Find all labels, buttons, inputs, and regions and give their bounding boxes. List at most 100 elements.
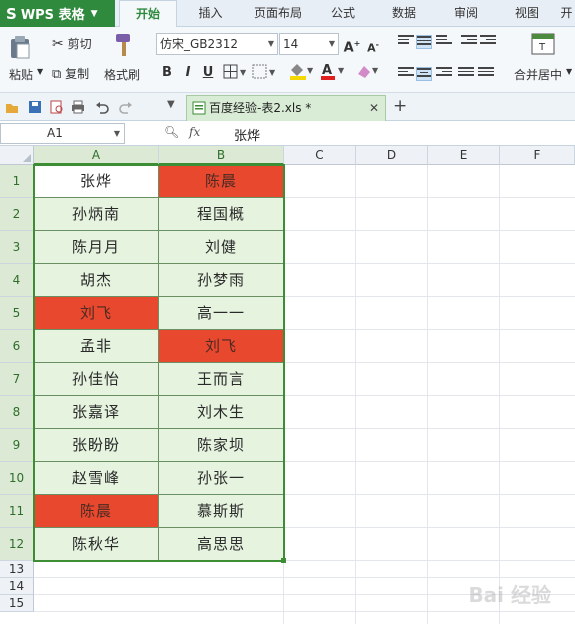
cut-button[interactable]: ✂ 剪切 — [52, 35, 92, 52]
merge-dropdown-icon[interactable]: ▼ — [566, 67, 572, 76]
paste-button[interactable] — [8, 35, 38, 59]
document-tab[interactable]: 百度经验-表2.xls * ✕ — [186, 95, 386, 121]
select-all-corner[interactable] — [0, 146, 34, 165]
justify-icon[interactable] — [458, 67, 474, 81]
tab-view[interactable]: 视图 — [502, 0, 552, 27]
column-header-a[interactable]: A — [34, 146, 159, 165]
row-header-7[interactable]: 7 — [0, 363, 34, 396]
row-header-12[interactable]: 12 — [0, 528, 34, 561]
cell-b7[interactable]: 王而言 — [159, 363, 284, 396]
merge-center-button[interactable]: T — [531, 33, 555, 60]
print-icon[interactable] — [71, 100, 85, 114]
column-header-d[interactable]: D — [356, 146, 428, 165]
column-header-f[interactable]: F — [500, 146, 575, 165]
cell-a10[interactable]: 赵雪峰 — [34, 462, 159, 495]
cell-a4[interactable]: 胡杰 — [34, 264, 159, 297]
cell-b8[interactable]: 刘木生 — [159, 396, 284, 429]
tab-page-layout[interactable]: 页面布局 — [243, 0, 313, 27]
customize-quick-access-icon[interactable]: ▼ — [167, 99, 175, 110]
decrease-indent-icon[interactable] — [461, 35, 477, 49]
paste-label[interactable]: 粘贴 — [9, 66, 33, 83]
row-header-10[interactable]: 10 — [0, 462, 34, 495]
cell-b12[interactable]: 高思思 — [159, 528, 284, 561]
row-header-6[interactable]: 6 — [0, 330, 34, 363]
row-header-13[interactable]: 13 — [0, 561, 34, 578]
spreadsheet-grid[interactable]: A B C D E F 1 2 3 4 5 6 7 8 9 10 11 12 13 14 15 张烨 陈晨 孙炳南 程国概 陈月月… — [0, 146, 575, 624]
close-icon[interactable]: ✕ — [369, 96, 379, 120]
font-name-select[interactable]: 仿宋_GB2312 ▼ — [156, 33, 278, 55]
cell-a2[interactable]: 孙炳南 — [34, 198, 159, 231]
align-center-icon[interactable] — [416, 67, 432, 81]
cell-a5[interactable]: 刘飞 — [34, 297, 159, 330]
row-header-2[interactable]: 2 — [0, 198, 34, 231]
fill-handle[interactable] — [281, 558, 286, 563]
cell-a8[interactable]: 张嘉译 — [34, 396, 159, 429]
merge-center-label[interactable]: 合并居中 — [514, 66, 562, 83]
row-header-4[interactable]: 4 — [0, 264, 34, 297]
print-preview-icon[interactable] — [50, 100, 64, 114]
zoom-search-icon[interactable]: 🔍︎ — [164, 125, 179, 139]
row-header-1[interactable]: 1 — [0, 165, 34, 198]
cell-b3[interactable]: 刘健 — [159, 231, 284, 264]
tab-insert[interactable]: 插入 — [183, 0, 238, 27]
cell-b5[interactable]: 高一一 — [159, 297, 284, 330]
name-box[interactable]: A1 ▼ — [0, 123, 125, 144]
insert-function-icon[interactable]: fx — [189, 125, 200, 139]
cell-b11[interactable]: 慕斯斯 — [159, 495, 284, 528]
underline-button[interactable]: U — [199, 64, 217, 82]
tab-formulas[interactable]: 公式 — [318, 0, 368, 27]
tab-data[interactable]: 数据 — [378, 0, 430, 27]
increase-indent-icon[interactable] — [480, 35, 496, 49]
paste-dropdown-icon[interactable]: ▼ — [37, 67, 43, 76]
formula-input[interactable]: 张烨 — [234, 125, 260, 144]
fill-pattern-button[interactable]: ▼ — [252, 64, 278, 83]
row-header-14[interactable]: 14 — [0, 578, 34, 595]
cell-b4[interactable]: 孙梦雨 — [159, 264, 284, 297]
row-header-8[interactable]: 8 — [0, 396, 34, 429]
open-folder-icon[interactable] — [5, 100, 19, 114]
format-painter-label[interactable]: 格式刷 — [104, 66, 140, 83]
cell-b9[interactable]: 陈家坝 — [159, 429, 284, 462]
font-size-select[interactable]: 14 ▼ — [279, 33, 339, 55]
align-middle-icon[interactable] — [416, 35, 432, 49]
cell-a7[interactable]: 孙佳怡 — [34, 363, 159, 396]
tab-developer[interactable]: 开 — [558, 0, 575, 27]
copy-button[interactable]: ⧉ 复制 — [52, 65, 89, 82]
cell-a11[interactable]: 陈晨 — [34, 495, 159, 528]
undo-icon[interactable] — [95, 100, 109, 114]
cell-a3[interactable]: 陈月月 — [34, 231, 159, 264]
new-tab-plus-icon[interactable]: + — [393, 96, 407, 116]
borders-button[interactable]: ▼ — [223, 64, 249, 83]
decrease-font-icon[interactable]: A- — [364, 36, 382, 55]
clear-format-button[interactable]: ▼ — [355, 62, 381, 83]
increase-font-icon[interactable]: A+ — [343, 35, 361, 55]
column-header-c[interactable]: C — [284, 146, 356, 165]
row-header-3[interactable]: 3 — [0, 231, 34, 264]
column-header-b[interactable]: B — [159, 146, 284, 165]
cell-a12[interactable]: 陈秋华 — [34, 528, 159, 561]
font-color-button[interactable]: A ▼ — [319, 62, 347, 83]
bold-button[interactable]: B — [158, 64, 176, 82]
tab-home[interactable]: 开始 — [119, 0, 177, 27]
cell-a9[interactable]: 张盼盼 — [34, 429, 159, 462]
align-left-icon[interactable] — [398, 67, 414, 81]
row-header-5[interactable]: 5 — [0, 297, 34, 330]
cell-b6[interactable]: 刘飞 — [159, 330, 284, 363]
align-bottom-icon[interactable] — [436, 35, 452, 49]
align-right-icon[interactable] — [436, 67, 452, 81]
cell-b2[interactable]: 程国概 — [159, 198, 284, 231]
fill-color-button[interactable]: ▼ — [288, 62, 316, 83]
redo-icon[interactable] — [119, 100, 133, 114]
cell-b10[interactable]: 孙张一 — [159, 462, 284, 495]
cell-a6[interactable]: 孟非 — [34, 330, 159, 363]
cell-b1[interactable]: 陈晨 — [159, 165, 284, 198]
cell-a1[interactable]: 张烨 — [34, 165, 159, 198]
format-painter-button[interactable] — [110, 32, 136, 61]
column-header-e[interactable]: E — [428, 146, 500, 165]
row-header-9[interactable]: 9 — [0, 429, 34, 462]
row-header-11[interactable]: 11 — [0, 495, 34, 528]
app-menu-button[interactable]: S WPS 表格 ▼ — [0, 0, 115, 27]
tab-review[interactable]: 审阅 — [440, 0, 492, 27]
save-icon[interactable] — [28, 100, 42, 114]
align-top-icon[interactable] — [398, 35, 414, 49]
